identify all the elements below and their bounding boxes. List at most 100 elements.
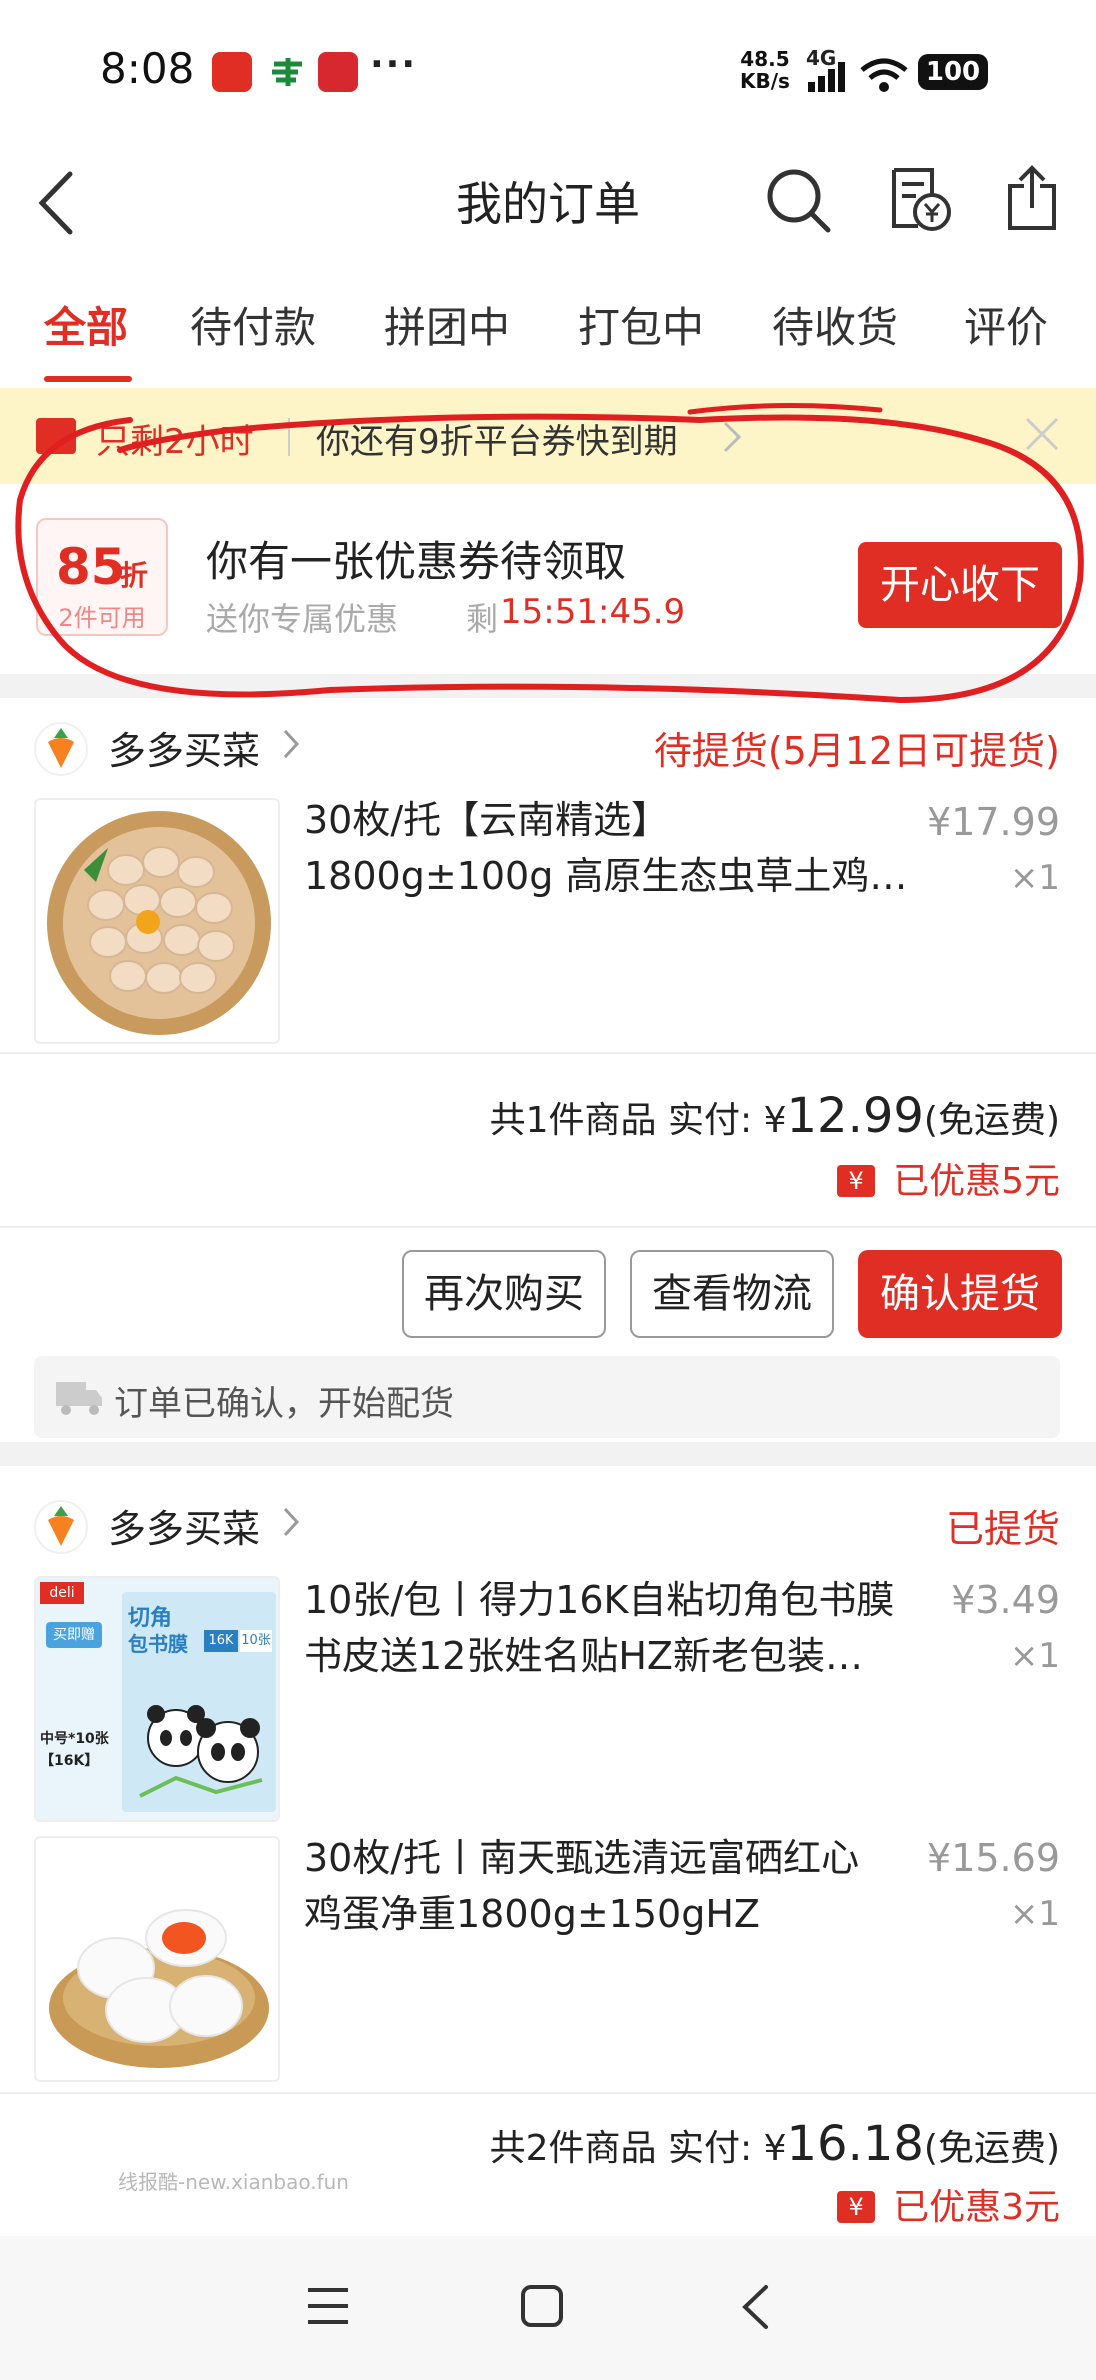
order-summary: 共2件商品 实付: ¥16.18(免运费) [260, 2116, 1060, 2172]
tab-pending-payment[interactable]: 待付款 [190, 294, 316, 355]
product-price: ¥15.69 [927, 1836, 1060, 1880]
chevron-right-icon [283, 1507, 300, 1537]
active-tab-indicator [44, 376, 132, 382]
system-nav-bar [0, 2236, 1096, 2380]
share-icon[interactable] [1004, 164, 1060, 234]
wifi-icon [860, 58, 908, 92]
product-price: ¥17.99 [927, 800, 1060, 844]
thumb-gift-label: 买即赠 [46, 1622, 102, 1648]
status-bar: 8:08 ··· 48.5 KB/s 4G 100 [0, 0, 1096, 140]
buy-again-button[interactable]: 再次购买 [402, 1250, 606, 1338]
coupon-card: 85 折 2件可用 你有一张优惠券待领取 送你专属优惠 剩 15:51:45.9… [0, 484, 1096, 674]
coupon-timer-prefix: 剩 [466, 600, 499, 638]
header-bar: 我的订单 [0, 140, 1096, 262]
thumb-size-tag: 16K [204, 1630, 238, 1652]
shop-logo [34, 1500, 88, 1554]
brand-logo: deli [40, 1582, 84, 1604]
product-price: ¥3.49 [951, 1578, 1060, 1622]
eggs-basket-image [47, 811, 271, 1035]
product-thumbnail[interactable] [34, 1836, 280, 2082]
discount-text: 已优惠5元 [893, 1161, 1060, 1202]
coupon-title: 你有一张优惠券待领取 [206, 537, 627, 586]
product-thumbnail[interactable] [34, 798, 280, 1044]
order-status: 待提货(5月12日可提货) [653, 729, 1060, 773]
net-speed-value: 48.5 [740, 47, 790, 71]
tab-pending-receipt[interactable]: 待收货 [772, 294, 898, 355]
home-icon[interactable] [520, 2284, 564, 2328]
confirm-pickup-button[interactable]: 确认提货 [858, 1250, 1062, 1338]
status-time: 8:08 [100, 44, 195, 93]
coupon-subtitle: 送你专属优惠 [206, 600, 399, 638]
order-summary: 共1件商品 实付: ¥12.99(免运费) [260, 1088, 1060, 1144]
claim-coupon-button[interactable]: 开心收下 [858, 542, 1062, 628]
summary-currency: ¥ [763, 2128, 787, 2169]
product-quantity: ×1 [1009, 858, 1060, 898]
product-quantity: ×1 [1009, 1894, 1060, 1934]
banner-text: 你还有9折平台券快到期 [316, 422, 678, 462]
tab-group-buying[interactable]: 拼团中 [384, 294, 510, 355]
view-logistics-button[interactable]: 查看物流 [630, 1250, 834, 1338]
summary-amount: 16.18 [786, 2116, 924, 2172]
logistics-status[interactable]: 订单已确认，开始配货 [34, 1356, 1060, 1438]
summary-currency: ¥ [763, 1100, 787, 1141]
search-icon[interactable] [764, 166, 834, 236]
package-image: 切角 包书膜 16K 10张 [122, 1592, 276, 1812]
order-card: 多多买菜 待提货(5月12日可提货) 30枚/托【云南精选】 1800g±100… [0, 698, 1096, 1442]
order-card: 多多买菜 已提货 deli 买即赠 切角 包书膜 16K 10张 中号*10张 … [0, 1466, 1096, 2236]
shop-notification-icon [318, 52, 358, 92]
discount-info: ¥ 已优惠3元 [460, 2178, 1060, 2230]
summary-note: (免运费) [923, 2128, 1060, 2169]
banner-countdown: 只剩2小时 [96, 422, 254, 462]
summary-note: (免运费) [923, 1100, 1060, 1141]
coupon-discount-value: 85 [56, 538, 126, 596]
thumb-size-text: 中号*10张 [40, 1731, 109, 1747]
back-nav-icon[interactable] [740, 2284, 770, 2330]
summary-paid-label: 实付: [667, 1100, 753, 1141]
battery-indicator: 100 [918, 54, 988, 90]
more-notifications-icon: ··· [370, 44, 418, 85]
summary-count: 共2件商品 [489, 2128, 657, 2169]
net-speed: 48.5 KB/s [740, 48, 790, 92]
chevron-right-icon [723, 421, 742, 453]
shop-name[interactable]: 多多买菜 [108, 720, 260, 775]
divider [0, 1052, 1096, 1054]
order-status: 已提货 [945, 1507, 1060, 1551]
thumb-size-text-2: 【16K】 [40, 1753, 99, 1769]
shop-name[interactable]: 多多买菜 [108, 1498, 260, 1553]
tab-review[interactable]: 评价 [964, 294, 1048, 355]
yen-icon: ¥ [837, 2191, 876, 2223]
eggs-image [49, 1909, 269, 2068]
thumb-count-tag: 10张 [240, 1630, 272, 1652]
app-notification-icon [212, 52, 252, 92]
coupon-expiry-banner[interactable]: 只剩2小时 你还有9折平台券快到期 [0, 388, 1096, 484]
close-icon[interactable] [1024, 416, 1060, 452]
shop-logo [34, 722, 88, 776]
bill-icon[interactable] [888, 164, 954, 234]
order-tabs: 全部 待付款 拼团中 打包中 待收货 评价 [0, 262, 1096, 388]
coupon-discount-unit: 折 [120, 559, 149, 592]
coupon-usage: 2件可用 [58, 604, 146, 632]
thumb-title-2: 包书膜 [128, 1632, 188, 1656]
tab-packing[interactable]: 打包中 [578, 294, 704, 355]
divider [0, 2092, 1096, 2094]
truck-icon [56, 1382, 102, 1415]
post-notification-icon [268, 52, 308, 92]
panda-image [139, 1705, 263, 1798]
summary-count: 共1件商品 [489, 1100, 657, 1141]
discount-text: 已优惠3元 [893, 2187, 1060, 2228]
yen-icon: ¥ [837, 1165, 876, 1197]
recent-apps-icon[interactable] [306, 2286, 350, 2326]
coupon-timer: 15:51:45.9 [500, 592, 686, 632]
discount-info: ¥ 已优惠5元 [460, 1152, 1060, 1204]
watermark: 线报酷-new.xianbao.fun [118, 2170, 349, 2194]
banner-divider [288, 418, 290, 456]
product-quantity: ×1 [1009, 1636, 1060, 1676]
coupon-discount-badge: 85 折 2件可用 [36, 518, 168, 636]
summary-paid-label: 实付: [667, 2128, 753, 2169]
coupon-badge-icon [36, 418, 76, 454]
chevron-right-icon [283, 729, 300, 759]
net-speed-unit: KB/s [740, 69, 790, 93]
product-thumbnail[interactable]: deli 买即赠 切角 包书膜 16K 10张 中号*10张 【16K】 [34, 1576, 280, 1822]
divider [0, 1226, 1096, 1228]
tab-all[interactable]: 全部 [44, 294, 128, 355]
